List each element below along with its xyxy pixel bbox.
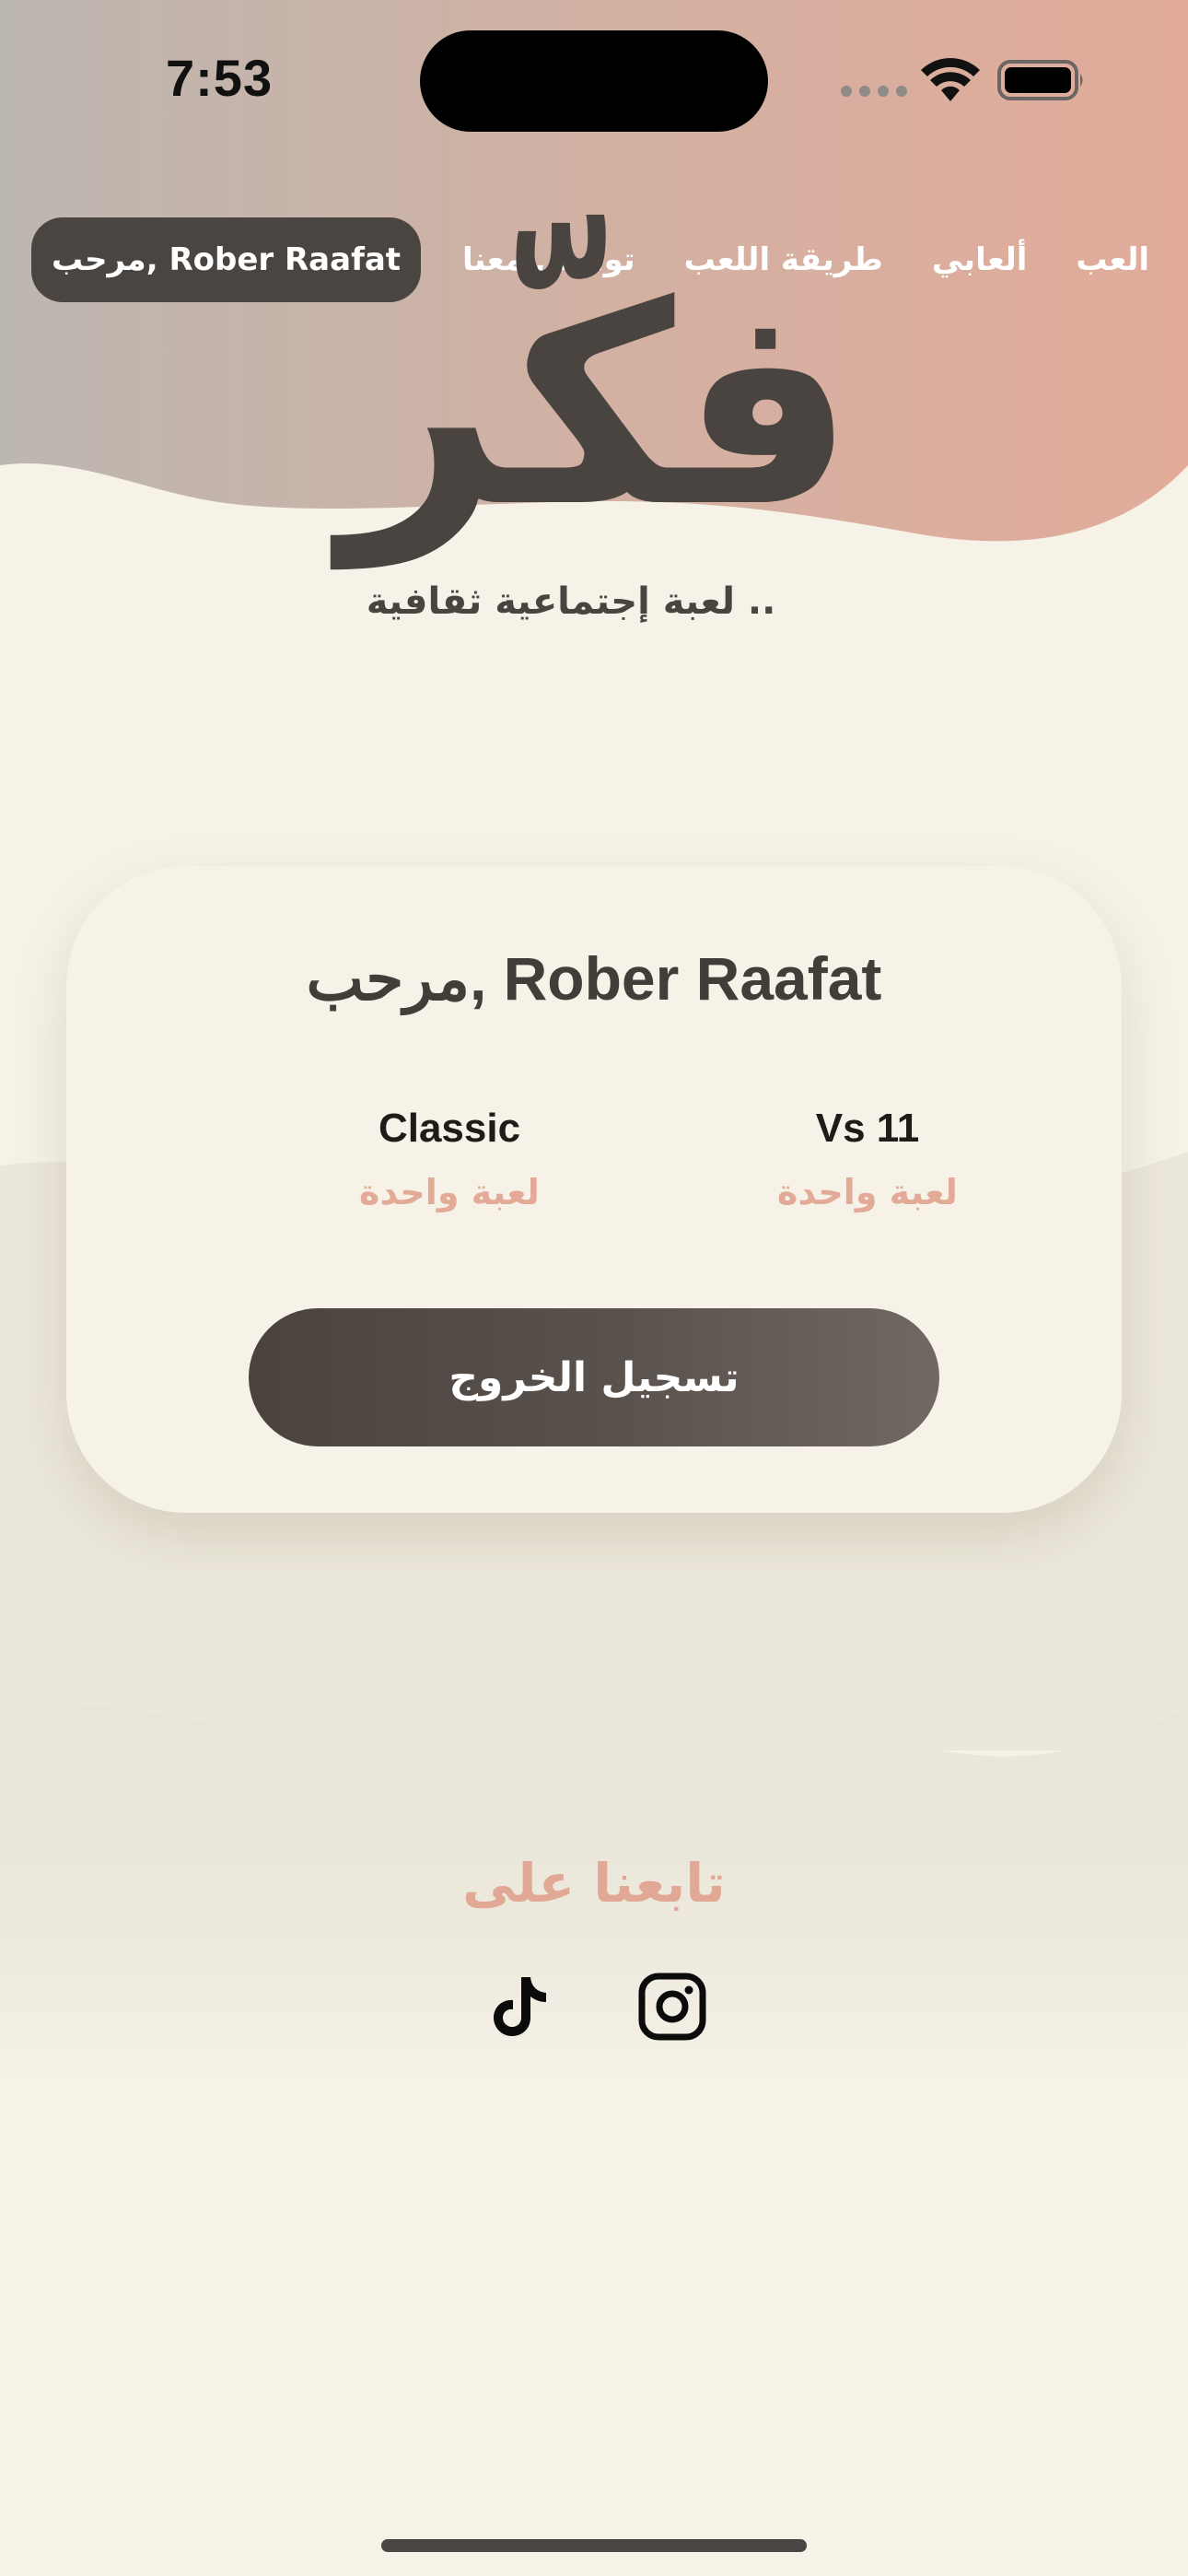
- profile-card: مرحب, Rober Raafat Vs 11 لعبة واحدة Clas…: [66, 866, 1122, 1513]
- stat-vs-value: Vs 11: [815, 1106, 920, 1151]
- dynamic-island: [420, 30, 768, 132]
- nav-link-my-games[interactable]: ألعابي: [925, 241, 1035, 278]
- logout-button[interactable]: تسجيل الخروج: [249, 1308, 939, 1446]
- stat-vs: Vs 11 لعبة واحدة: [702, 1106, 1033, 1212]
- stat-classic-label: لعبة واحدة: [359, 1172, 540, 1212]
- home-indicator: [381, 2539, 807, 2552]
- brand-logo: فكّر: [342, 246, 856, 568]
- wifi-icon: [921, 58, 980, 101]
- brand-tagline: لعبة إجتماعية ثقافية ..: [366, 580, 776, 623]
- instagram-icon[interactable]: [637, 1972, 707, 2042]
- stat-classic: Classic لعبة واحدة: [284, 1106, 615, 1212]
- stat-vs-label: لعبة واحدة: [777, 1172, 958, 1212]
- battery-icon: [997, 60, 1083, 100]
- cellular-signal-icon: [841, 86, 907, 97]
- nav-link-play[interactable]: العب: [1068, 241, 1157, 278]
- tiktok-icon[interactable]: [484, 1972, 554, 2042]
- card-greeting: مرحب, Rober Raafat: [306, 944, 882, 1013]
- status-time: 7:53: [166, 49, 274, 107]
- stat-classic-value: Classic: [378, 1106, 521, 1151]
- follow-us-title: تابعنا على: [462, 1852, 726, 1914]
